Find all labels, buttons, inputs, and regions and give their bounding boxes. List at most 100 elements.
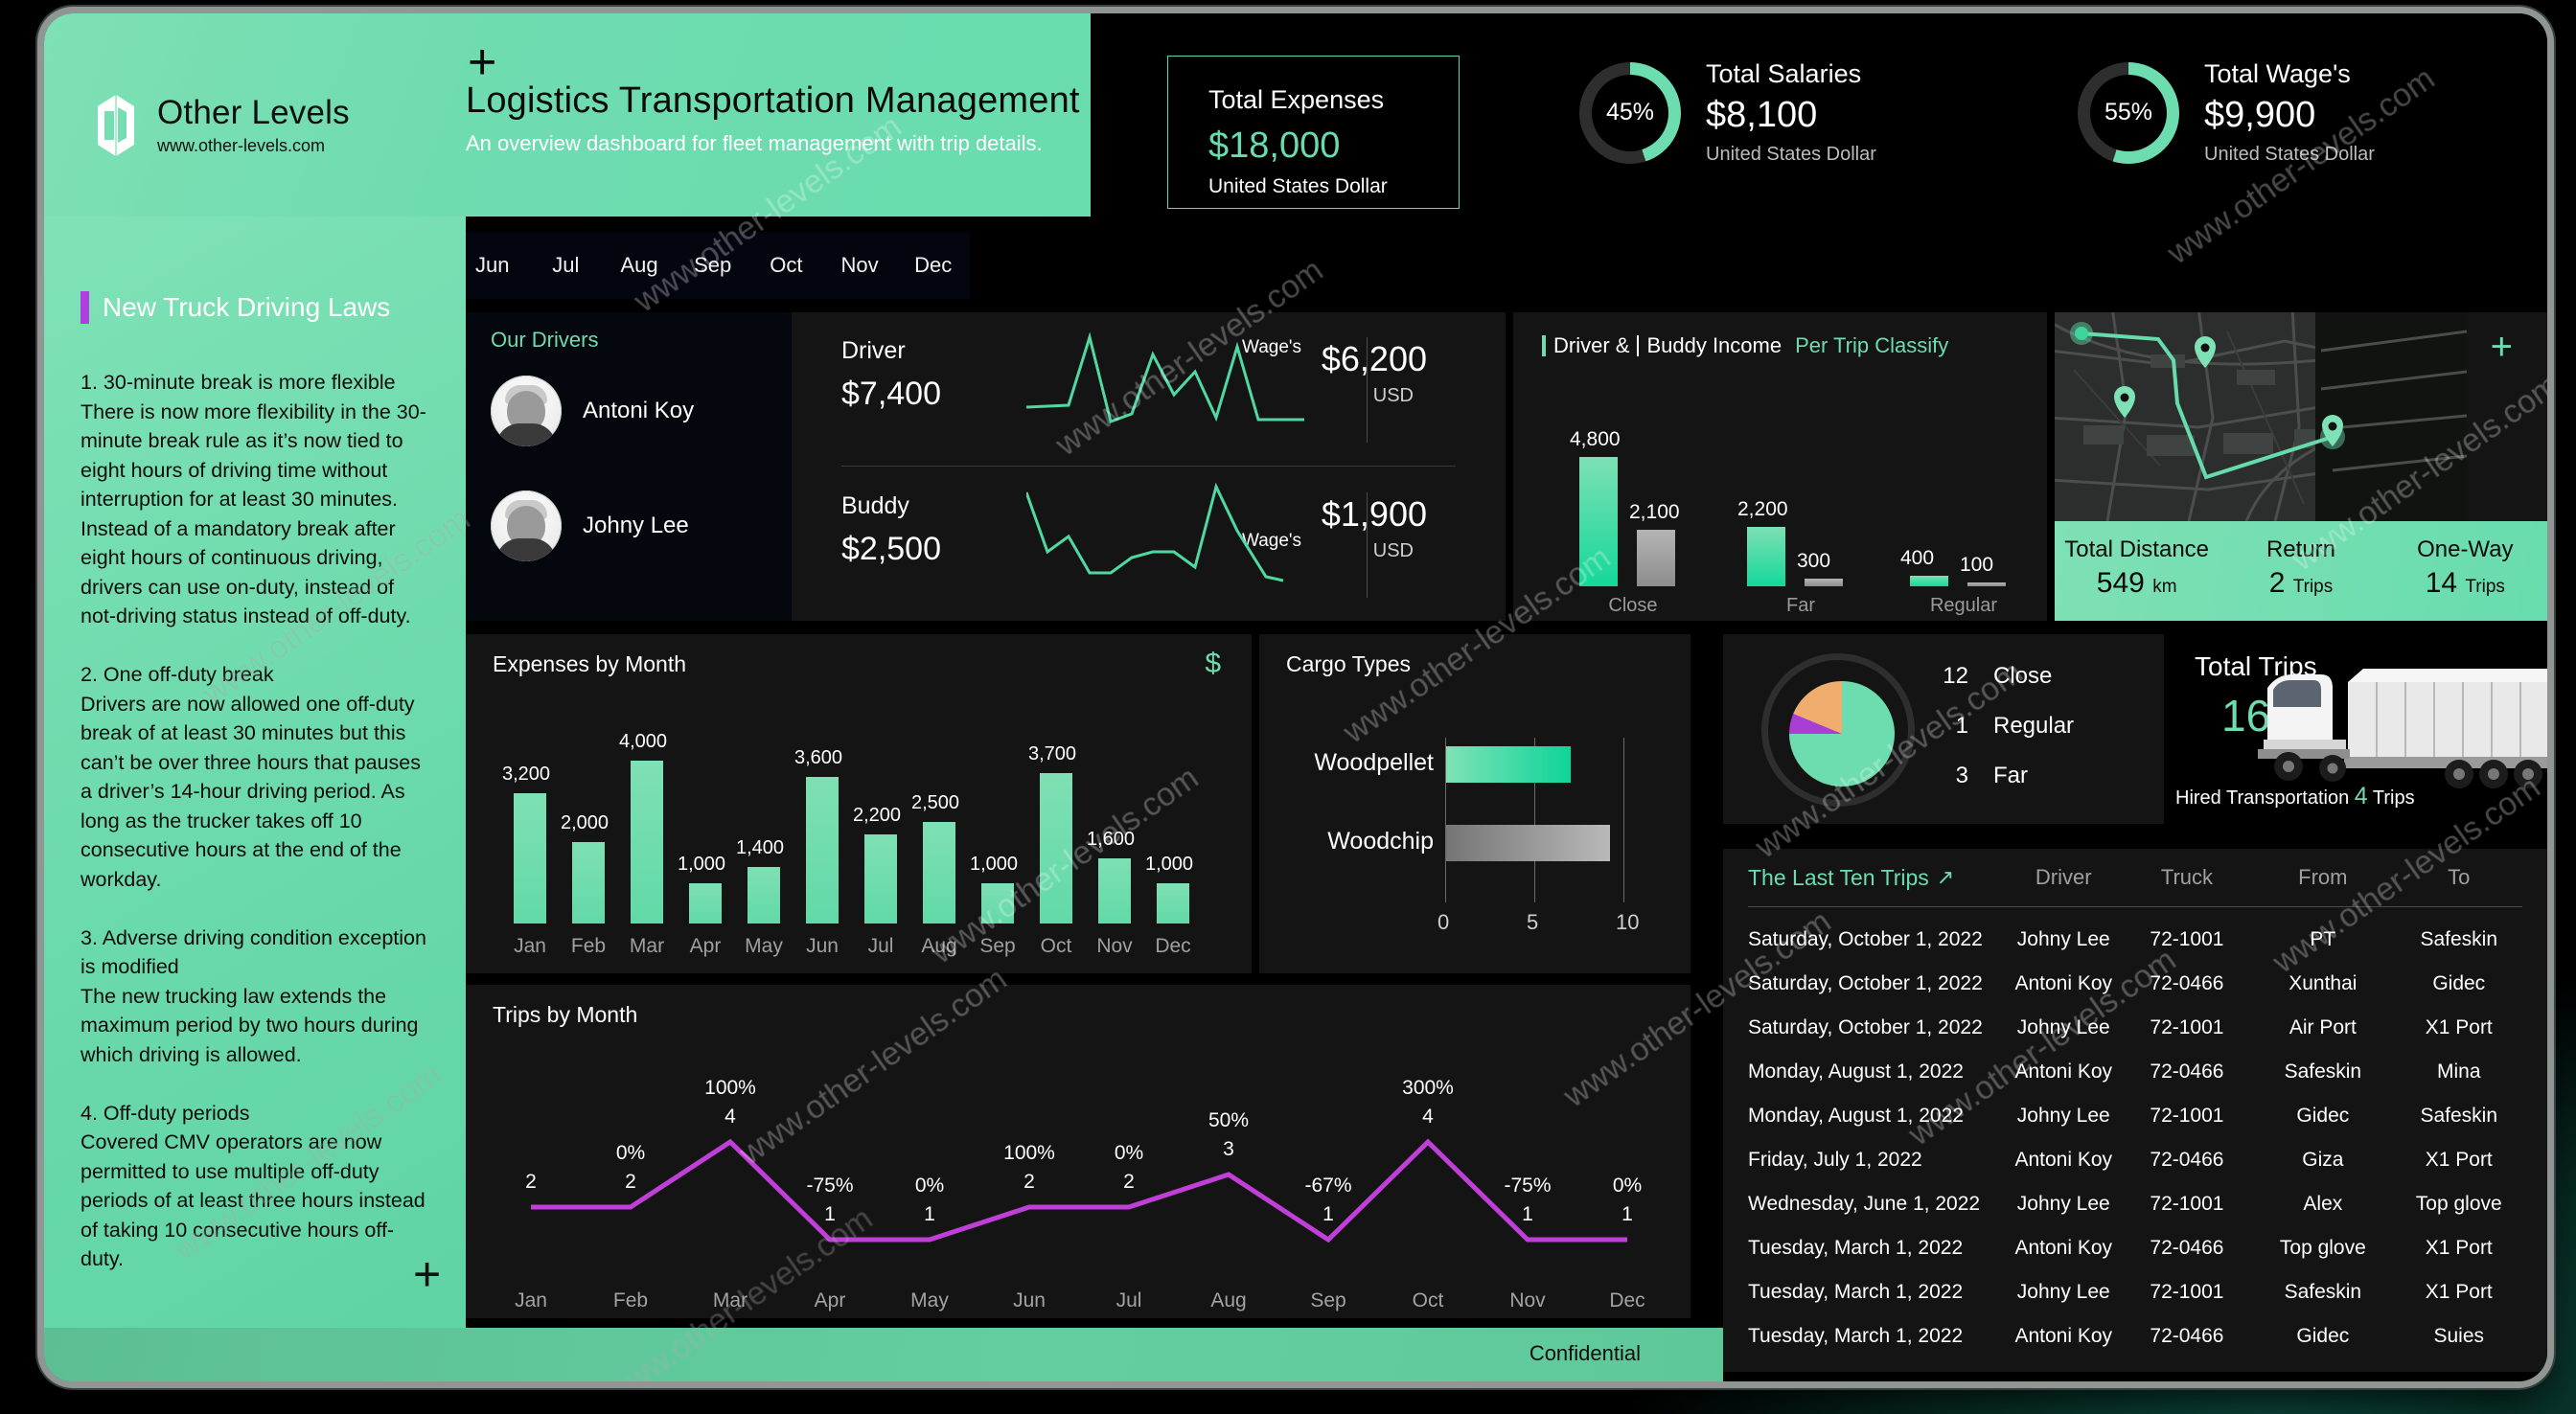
income-category-label: Regular bbox=[1929, 595, 1998, 616]
expense-bar-sep bbox=[981, 882, 1014, 924]
cargo-types-card: Cargo Types 0 5 10 Woodpellet Woodchip bbox=[1259, 634, 1690, 973]
map-stat-total-distance: Total Distance 549 km bbox=[2055, 521, 2219, 621]
column-header-truck[interactable]: Truck bbox=[2124, 865, 2250, 890]
map-stat-value: 549 bbox=[2096, 567, 2145, 599]
cell-to: X1 Port bbox=[2425, 1149, 2493, 1171]
table-row[interactable]: Tuesday, March 1, 2022 Antoni Koy 72-0466 G… bbox=[1723, 1314, 2547, 1358]
trips-month-label: Sep bbox=[1310, 1289, 1346, 1311]
income-title-b: Buddy Income bbox=[1646, 333, 1782, 357]
table-header: The Last Ten Trips ↗ Driver Truck From T… bbox=[1723, 849, 2547, 906]
trips-value-label: 1 bbox=[924, 1203, 935, 1225]
map-stat-unit: km bbox=[2152, 577, 2177, 597]
income-group-close: 4,800 2,100 Close bbox=[1566, 400, 1700, 621]
expense-month-label: Oct bbox=[1040, 935, 1072, 957]
buddy-wages-sparkline bbox=[1026, 482, 1284, 582]
month-tab-oct[interactable]: Oct bbox=[749, 253, 823, 278]
income-bar-buddy-close bbox=[1637, 529, 1675, 586]
page-title: Logistics Transportation Management bbox=[466, 80, 1080, 121]
map-stat-label: Total Distance bbox=[2064, 536, 2210, 562]
expense-month-label: Feb bbox=[570, 935, 607, 957]
kpi-expenses-unit: United States Dollar bbox=[1208, 175, 1388, 197]
kpi-total-expenses[interactable]: Total Expenses $18,000 United States Dol… bbox=[1167, 56, 1460, 209]
month-tab-dec[interactable]: Dec bbox=[896, 253, 970, 278]
income-group-regular: 400 100 Regular bbox=[1897, 400, 2031, 621]
wage-row-buddy: Buddy $2,500 Wage's $1,900 USD bbox=[792, 468, 1506, 621]
column-header-to[interactable]: To bbox=[2396, 865, 2522, 890]
table-row[interactable]: Monday, August 1, 2022 Johny Lee 72-1001 Gi… bbox=[1723, 1094, 2547, 1138]
trips-month-label: Aug bbox=[1210, 1289, 1247, 1311]
expense-bar-may bbox=[748, 866, 780, 924]
cell-date: Friday, July 1, 2022 bbox=[1748, 1149, 1922, 1171]
expense-value-label: 4,000 bbox=[619, 731, 668, 752]
driver-item-0[interactable]: Antoni Koy bbox=[491, 376, 694, 446]
kpi-total-salaries[interactable]: 45% Total Salaries $8,100 United States … bbox=[1579, 59, 1876, 166]
income-value-label: 4,800 bbox=[1570, 428, 1621, 450]
cell-truck: 72-0466 bbox=[2150, 1149, 2224, 1171]
brand-text: Other Levels www.other-levels.com bbox=[157, 96, 350, 156]
column-header-from[interactable]: From bbox=[2250, 865, 2395, 890]
income-bar-buddy-regular bbox=[1967, 582, 2006, 586]
last-ten-trips-card: The Last Ten Trips ↗ Driver Truck From T… bbox=[1723, 849, 2547, 1372]
expenses-by-month-card: Expenses by Month $ 3,200 Jan 2,000 Feb 4,00… bbox=[466, 634, 1252, 973]
plus-icon-top[interactable]: + bbox=[468, 37, 496, 87]
expense-value-label: 3,200 bbox=[502, 764, 551, 785]
table-row[interactable]: Monday, August 1, 2022 Antoni Koy 72-0466 S… bbox=[1723, 1050, 2547, 1094]
table-row[interactable]: Tuesday, March 1, 2022 Antoni Koy 72-0466 T… bbox=[1723, 1226, 2547, 1270]
map-image[interactable] bbox=[2055, 312, 2467, 521]
map-stat-unit: Trips bbox=[2292, 577, 2334, 597]
table-row[interactable]: Tuesday, March 1, 2022 Johny Lee 72-1001 Sa… bbox=[1723, 1270, 2547, 1314]
laws-title: New Truck Driving Laws bbox=[103, 292, 391, 322]
plus-icon-bottom[interactable]: + bbox=[413, 1250, 441, 1298]
map-stat-value: 2 bbox=[2268, 567, 2286, 599]
trips-value-label: 1 bbox=[1622, 1203, 1633, 1225]
wages-percent: 55% bbox=[2104, 99, 2153, 125]
cell-from: Gidec bbox=[2296, 1325, 2350, 1347]
arrow-up-right-icon[interactable]: ↗ bbox=[1937, 865, 1954, 890]
table-row[interactable]: Saturday, October 1, 2022 Johny Lee 72-100… bbox=[1723, 1006, 2547, 1050]
expense-month-label: Sep bbox=[979, 935, 1016, 957]
cell-driver: Johny Lee bbox=[2016, 1281, 2110, 1303]
cell-date: Saturday, October 1, 2022 bbox=[1748, 928, 1983, 950]
cell-from: PT bbox=[2310, 928, 2336, 950]
trips-value-label: 1 bbox=[1522, 1203, 1533, 1225]
cell-date: Wednesday, June 1, 2022 bbox=[1748, 1193, 1981, 1215]
cell-truck: 72-1001 bbox=[2150, 1193, 2224, 1215]
avatar bbox=[491, 376, 562, 446]
table-row[interactable]: Saturday, October 1, 2022 Antoni Koy 72-04… bbox=[1723, 962, 2547, 1006]
month-tab-nov[interactable]: Nov bbox=[823, 253, 897, 278]
trips-percent-label: 0% bbox=[615, 1142, 646, 1164]
salaries-donut-chart: 45% bbox=[1579, 61, 1681, 164]
brand-name: Other Levels bbox=[157, 93, 350, 131]
laws-title-row: New Truck Driving Laws bbox=[80, 291, 435, 324]
month-tab-jun[interactable]: Jun bbox=[455, 253, 529, 278]
cell-from: Xunthai bbox=[2288, 972, 2358, 994]
cell-from: Gidec bbox=[2296, 1105, 2350, 1127]
expense-bar-aug bbox=[923, 821, 955, 924]
wage-amount: $1,900 bbox=[1321, 494, 1427, 534]
cargo-bar-woodpellet bbox=[1446, 746, 1572, 783]
income-value-label: 400 bbox=[1900, 546, 1935, 569]
trip-classify-pie-chart bbox=[1789, 681, 1895, 787]
cell-date: Tuesday, March 1, 2022 bbox=[1748, 1237, 1964, 1259]
wage-total: $2,500 bbox=[841, 531, 941, 567]
month-tab-sep[interactable]: Sep bbox=[676, 253, 749, 278]
trips-month-label: Mar bbox=[712, 1289, 748, 1311]
salaries-percent: 45% bbox=[1605, 99, 1655, 125]
table-row[interactable]: Friday, July 1, 2022 Antoni Koy 72-0466 Giz… bbox=[1723, 1138, 2547, 1182]
expense-bar-nov bbox=[1098, 858, 1131, 924]
column-header-driver[interactable]: Driver bbox=[2004, 865, 2124, 890]
table-row[interactable]: Wednesday, June 1, 2022 Johny Lee 72-1001 A… bbox=[1723, 1182, 2547, 1226]
cell-driver: Johny Lee bbox=[2016, 928, 2110, 950]
month-tab-aug[interactable]: Aug bbox=[603, 253, 677, 278]
trips-percent-label: 300% bbox=[1402, 1077, 1454, 1099]
kpi-total-wages[interactable]: 55% Total Wage's $9,900 United States Do… bbox=[2078, 59, 2375, 166]
driver-item-1[interactable]: Johny Lee bbox=[491, 490, 689, 561]
expense-month-label: Jan bbox=[514, 935, 546, 957]
route-map-card[interactable]: + Total Distance 549 km Return 2 Trips O… bbox=[2055, 312, 2547, 621]
cell-truck: 72-0466 bbox=[2150, 972, 2224, 994]
map-plus-icon[interactable]: + bbox=[2491, 328, 2513, 366]
table-row[interactable]: Saturday, October 1, 2022 Johny Lee 72-100… bbox=[1723, 918, 2547, 962]
kpi-wages-label: Total Wage's bbox=[2204, 59, 2351, 88]
month-tab-jul[interactable]: Jul bbox=[529, 253, 603, 278]
expense-month-label: May bbox=[745, 935, 783, 957]
